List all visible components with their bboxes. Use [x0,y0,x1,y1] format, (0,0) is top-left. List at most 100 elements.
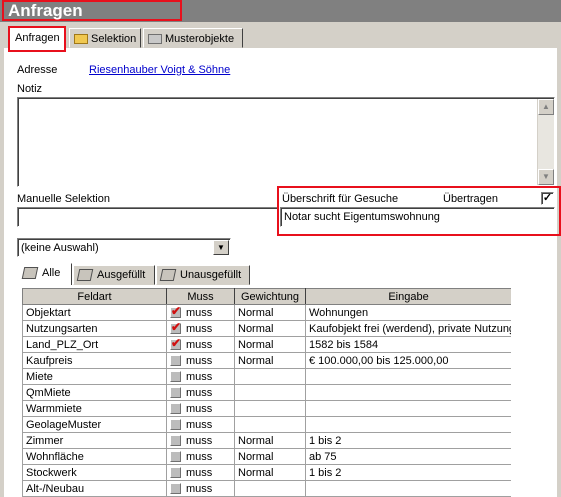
gewichtung-cell[interactable]: Normal [234,464,306,481]
eingabe-cell[interactable] [305,400,511,417]
transfer-checkbox[interactable]: ✓ [541,192,554,205]
eingabe-cell[interactable]: ab 75 [305,448,511,465]
table-row[interactable]: Miete muss [22,368,511,385]
criteria-table: Feldart Muss Gewichtung Eingabe Objektar… [22,288,511,497]
muss-checkbox[interactable] [170,371,181,383]
table-row[interactable]: Nutzungsarten muss NormalKaufobjekt frei (… [22,320,511,337]
muss-cell[interactable]: muss [166,352,235,369]
dropdown-arrow-icon[interactable]: ▼ [213,240,229,255]
eingabe-cell[interactable]: 1582 bis 1584 [305,336,511,353]
muss-cell[interactable]: muss [166,384,235,401]
transfer-label: Übertragen [443,193,499,205]
muss-checkbox[interactable] [170,338,181,351]
feldart-cell[interactable]: Kaufpreis [22,352,167,369]
muss-checkbox[interactable] [170,306,181,319]
column-header-muss[interactable]: Muss [166,288,235,305]
gewichtung-cell[interactable] [234,384,306,401]
table-header-row: Feldart Muss Gewichtung Eingabe [22,288,511,305]
muss-checkbox[interactable] [170,419,181,431]
selection-dropdown[interactable]: (keine Auswahl) [17,238,231,257]
muss-checkbox[interactable] [170,355,181,367]
feldart-cell[interactable]: Miete [22,368,167,385]
scroll-down-icon[interactable]: ▼ [538,169,554,185]
muss-label: muss [186,306,213,319]
column-header-eingabe[interactable]: Eingabe [305,288,511,305]
muss-checkbox[interactable] [170,483,181,495]
muss-cell[interactable]: muss [166,320,235,337]
eingabe-cell[interactable] [305,368,511,385]
notiz-scrollbar[interactable]: ▲ ▼ [537,99,554,185]
gewichtung-cell[interactable]: Normal [234,432,306,449]
table-row[interactable]: Alt-/Neubau muss [22,480,511,497]
feldart-cell[interactable]: Objektart [22,304,167,321]
gewichtung-cell[interactable] [234,416,306,433]
column-header-gewichtung[interactable]: Gewichtung [234,288,306,305]
subtab-alle-label: Alle [42,267,61,279]
feldart-cell[interactable]: Land_PLZ_Ort [22,336,167,353]
muss-checkbox[interactable] [170,403,181,415]
gewichtung-cell[interactable]: Normal [234,336,306,353]
gewichtung-cell[interactable] [234,368,306,385]
gewichtung-cell[interactable]: Normal [234,320,306,337]
table-row[interactable]: Kaufpreis muss Normal € 100.000,00 bis 125.… [22,352,511,369]
feldart-cell[interactable]: Wohnfläche [22,448,167,465]
muss-cell[interactable]: muss [166,464,235,481]
column-header-feldart[interactable]: Feldart [22,288,167,305]
muss-cell[interactable]: muss [166,448,235,465]
scroll-up-icon[interactable]: ▲ [538,99,554,115]
eingabe-cell[interactable]: Wohnungen [305,304,511,321]
table-row[interactable]: QmMiete muss [22,384,511,401]
eingabe-cell[interactable]: 1 bis 2 [305,432,511,449]
muss-cell[interactable]: muss [166,400,235,417]
gewichtung-cell[interactable] [234,400,306,417]
feldart-cell[interactable]: Nutzungsarten [22,320,167,337]
gewichtung-cell[interactable]: Normal [234,352,306,369]
eingabe-cell[interactable]: € 100.000,00 bis 125.000,00 [305,352,511,369]
manual-selection-label: Manuelle Selektion [17,193,110,205]
muss-cell[interactable]: muss [166,304,235,321]
eingabe-cell[interactable]: 1 bis 2 [305,464,511,481]
feldart-cell[interactable]: Stockwerk [22,464,167,481]
table-row[interactable]: Land_PLZ_Ort muss Normal1582 bis 1584 [22,336,511,353]
muss-checkbox[interactable] [170,451,181,463]
table-row[interactable]: Wohnfläche muss Normal ab 75 [22,448,511,465]
gewichtung-cell[interactable]: Normal [234,448,306,465]
feldart-cell[interactable]: Zimmer [22,432,167,449]
tab-selektion[interactable]: Selektion [69,28,141,48]
notiz-textarea[interactable] [17,97,555,187]
feldart-cell[interactable]: QmMiete [22,384,167,401]
table-row[interactable]: Objektart muss NormalWohnungen [22,304,511,321]
muss-cell[interactable]: muss [166,480,235,497]
eingabe-cell[interactable]: Kaufobjekt frei (werdend), private Nutzu… [305,320,511,337]
muss-cell[interactable]: muss [166,416,235,433]
eingabe-cell[interactable] [305,480,511,497]
muss-checkbox[interactable] [170,387,181,399]
feldart-cell[interactable]: Warmmiete [22,400,167,417]
table-row[interactable]: Stockwerk muss Normal 1 bis 2 [22,464,511,481]
address-label: Adresse [17,64,58,76]
subtab-ausgefuellt[interactable]: Ausgefüllt [73,265,155,285]
muss-cell[interactable]: muss [166,368,235,385]
manual-selection-input[interactable] [17,207,278,227]
eingabe-cell[interactable] [305,384,511,401]
gewichtung-cell[interactable]: Normal [234,304,306,321]
feldart-cell[interactable]: GeolageMuster [22,416,167,433]
subtab-unausgefuellt[interactable]: Unausgefüllt [156,265,250,285]
heading-input[interactable]: Notar sucht Eigentumswohnung [280,207,555,227]
eingabe-cell[interactable] [305,416,511,433]
tab-musterobjekte[interactable]: Musterobjekte [143,28,243,48]
heading-label: Überschrift für Gesuche [282,193,399,205]
subtab-alle[interactable]: Alle [18,263,72,285]
feldart-cell[interactable]: Alt-/Neubau [22,480,167,497]
muss-checkbox[interactable] [170,435,181,447]
muss-cell[interactable]: muss [166,336,235,353]
muss-label: muss [186,386,213,399]
muss-checkbox[interactable] [170,467,181,479]
table-row[interactable]: GeolageMuster muss [22,416,511,433]
table-row[interactable]: Warmmiete muss [22,400,511,417]
muss-cell[interactable]: muss [166,432,235,449]
address-link[interactable]: Riesenhauber Voigt & Söhne [89,64,230,76]
muss-checkbox[interactable] [170,322,181,335]
table-row[interactable]: Zimmer muss Normal 1 bis 2 [22,432,511,449]
gewichtung-cell[interactable] [234,480,306,497]
